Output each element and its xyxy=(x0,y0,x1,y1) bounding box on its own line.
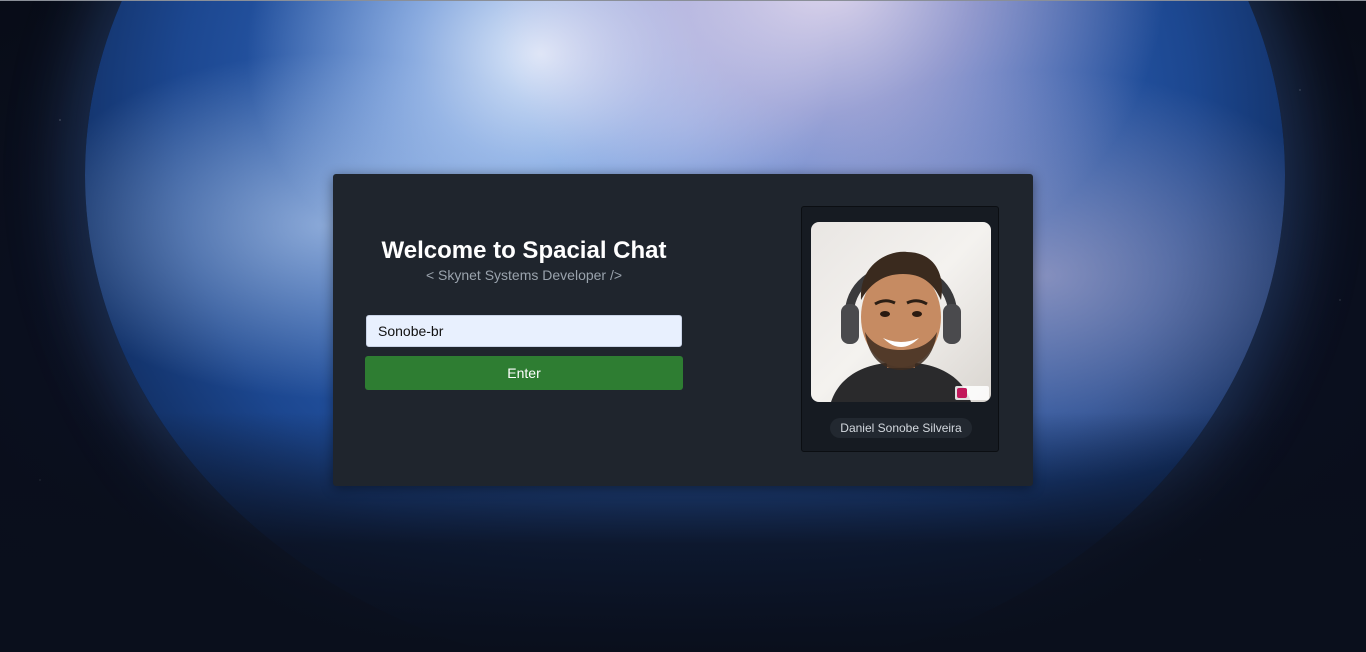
page-title: Welcome to Spacial Chat xyxy=(381,237,667,264)
username-input[interactable] xyxy=(366,315,682,347)
profile-panel: Daniel Sonobe Silveira xyxy=(801,206,999,452)
profile-name: Daniel Sonobe Silveira xyxy=(830,418,972,438)
login-card: Welcome to Spacial Chat < Skynet Systems… xyxy=(333,174,1033,486)
avatar-portrait-icon xyxy=(831,251,989,402)
top-border xyxy=(0,0,1366,1)
enter-button[interactable]: Enter xyxy=(365,356,683,390)
page-subtitle: < Skynet Systems Developer /> xyxy=(425,267,623,283)
welcome-header: Welcome to Spacial Chat < Skynet Systems… xyxy=(365,236,683,284)
avatar xyxy=(811,222,991,402)
